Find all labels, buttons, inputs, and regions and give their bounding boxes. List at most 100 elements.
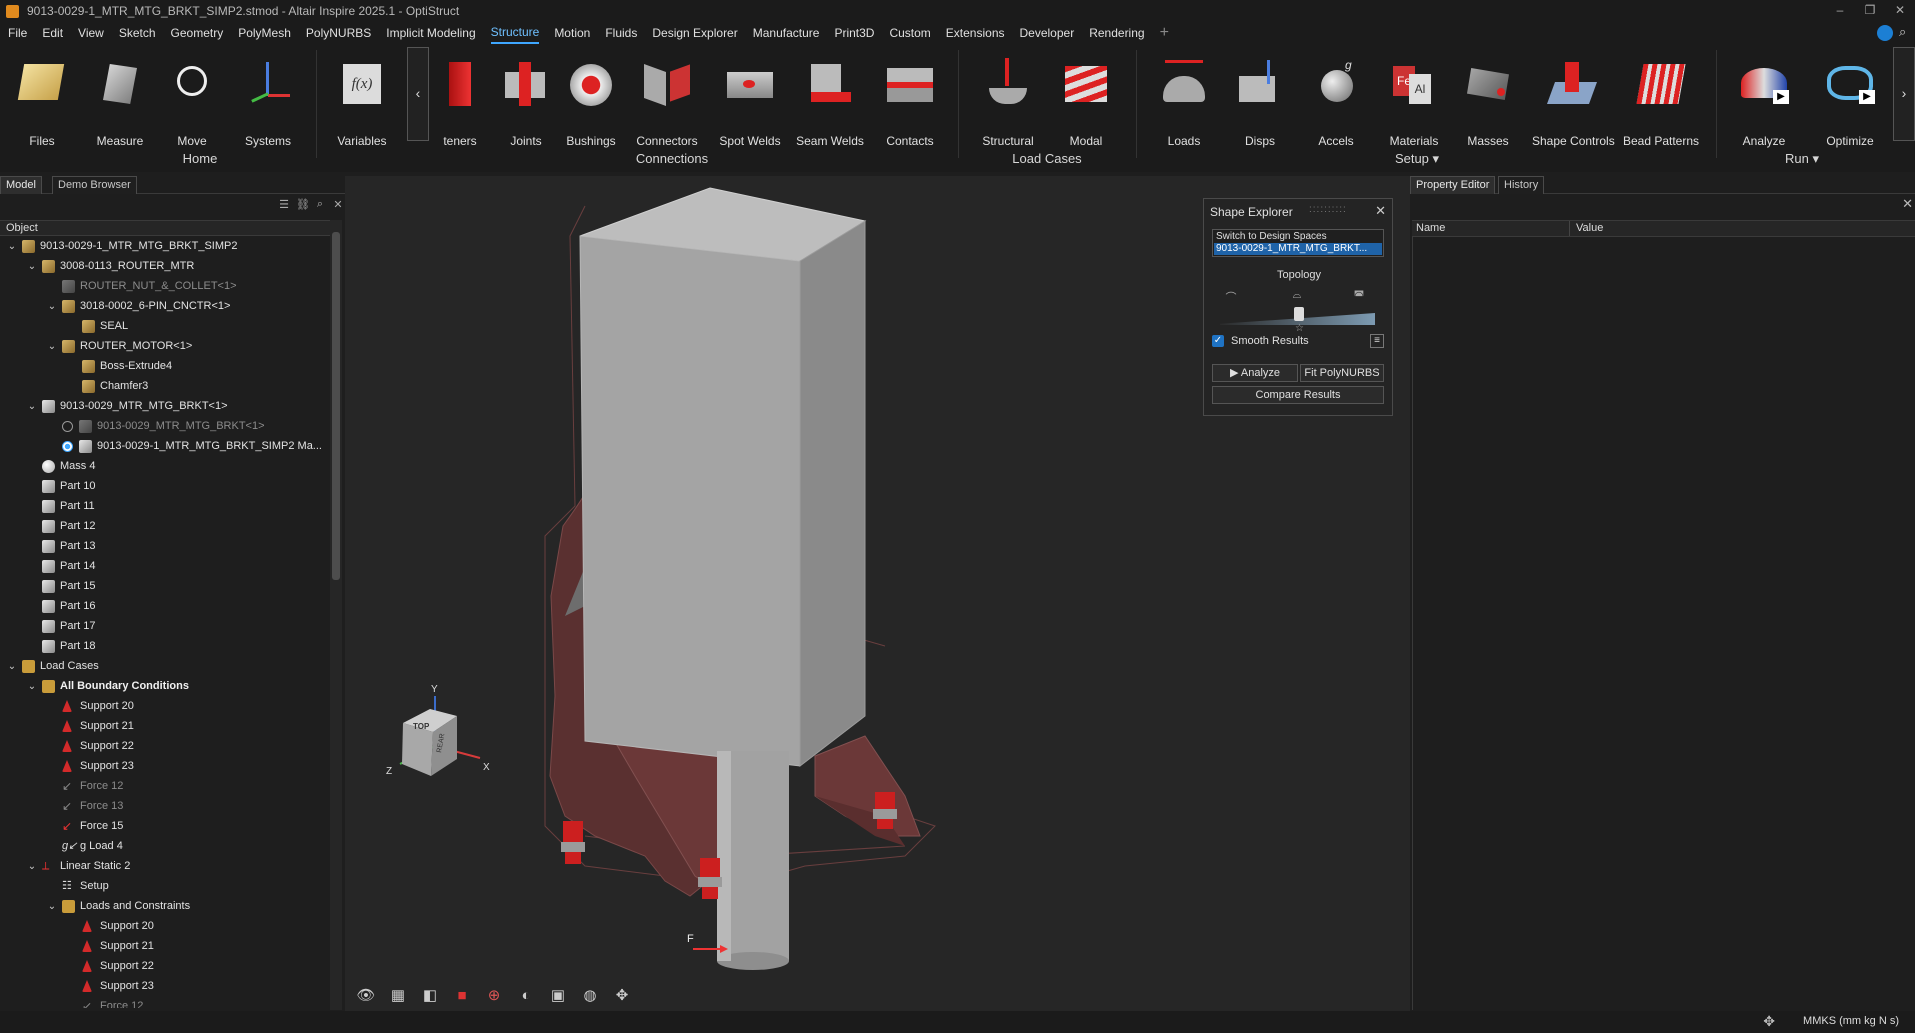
tree-item[interactable]: Part 15 <box>0 576 330 596</box>
chat-icon[interactable] <box>1877 25 1893 41</box>
menu-edit[interactable]: Edit <box>42 22 63 44</box>
menu-polymesh[interactable]: PolyMesh <box>238 22 291 44</box>
tree-item[interactable]: SEAL <box>0 316 330 336</box>
design-space-radio[interactable] <box>62 440 73 452</box>
bead-patterns-tool-button[interactable]: Bead Patterns <box>1621 54 1701 159</box>
column-divider[interactable] <box>1569 221 1570 236</box>
lighting-icon[interactable]: ◐ <box>515 985 537 1007</box>
seam-welds-tool-button[interactable]: Seam Welds <box>790 54 870 159</box>
modal-tool-button[interactable]: Modal <box>1046 54 1126 159</box>
design-space-selector[interactable]: Switch to Design Spaces 9013-0029-1_MTR_… <box>1212 229 1384 257</box>
tree-item[interactable]: Boss-Extrude4 <box>0 356 330 376</box>
optimize-tool-button[interactable]: ▶ Optimize <box>1810 54 1890 159</box>
tree-item[interactable]: Part 17 <box>0 616 330 636</box>
tree-item[interactable]: ☷ Setup <box>0 876 330 896</box>
snap-icon[interactable]: ✥ <box>1763 1013 1775 1030</box>
menu-structure[interactable]: Structure <box>490 22 540 44</box>
tree-item[interactable]: Part 11 <box>0 496 330 516</box>
menu-manufacture[interactable]: Manufacture <box>753 22 820 44</box>
ribbon-scroll-right-button[interactable]: › <box>1893 47 1915 141</box>
chevron-down-icon[interactable]: ⌄ <box>6 661 18 672</box>
tree-item[interactable]: ⌄ ROUTER_MOTOR<1> <box>0 336 330 356</box>
tab-model[interactable]: Model <box>0 176 42 194</box>
chevron-down-icon[interactable]: ⌄ <box>26 681 38 692</box>
menu-icon[interactable]: ≡ <box>1370 334 1384 348</box>
menu-file[interactable]: File <box>8 22 27 44</box>
chevron-down-icon[interactable]: ⌄ <box>26 861 38 872</box>
tree-item[interactable]: Part 18 <box>0 636 330 656</box>
tree-item[interactable]: ↙ Force 15 <box>0 816 330 836</box>
bushings-tool-button[interactable]: Bushings <box>551 54 631 159</box>
snapshot-icon[interactable]: ▦ <box>387 985 409 1007</box>
tree-item[interactable]: Mass 4 <box>0 456 330 476</box>
measure-tool-button[interactable]: Measure <box>80 54 160 159</box>
menu-rendering[interactable]: Rendering <box>1089 22 1144 44</box>
chevron-down-icon[interactable]: ⌄ <box>26 261 38 272</box>
tree-item[interactable]: Support 20 <box>0 916 330 936</box>
disps-tool-button[interactable]: Disps <box>1220 54 1300 159</box>
column-name[interactable]: Name <box>1416 222 1445 234</box>
column-value[interactable]: Value <box>1576 222 1603 234</box>
tree-item[interactable]: ⌄ Load Cases <box>0 656 330 676</box>
list-icon[interactable]: ☰ <box>278 198 290 214</box>
tree-item[interactable]: ↙ Force 12 <box>0 996 330 1008</box>
loads-tool-button[interactable]: Loads <box>1144 54 1224 159</box>
tree-item[interactable]: ⌄ Loads and Constraints <box>0 896 330 916</box>
chevron-down-icon[interactable]: ⌄ <box>46 901 58 912</box>
transparency-icon[interactable]: ◧ <box>419 985 441 1007</box>
tab-property-editor[interactable]: Property Editor <box>1410 176 1496 194</box>
menu-implicit-modeling[interactable]: Implicit Modeling <box>386 22 475 44</box>
render-icon[interactable]: ◍ <box>579 985 601 1007</box>
tree-item[interactable]: Support 23 <box>0 756 330 776</box>
minimize-button[interactable]: – <box>1825 0 1855 22</box>
close-window-button[interactable]: ✕ <box>1885 0 1915 22</box>
tree-item[interactable]: Part 12 <box>0 516 330 536</box>
tree-item[interactable]: ⌄ ⟂ Linear Static 2 <box>0 856 330 876</box>
tab-history[interactable]: History <box>1498 176 1545 194</box>
tree-item[interactable]: Part 16 <box>0 596 330 616</box>
support-20-marker[interactable] <box>561 821 585 864</box>
color-icon[interactable]: ■ <box>451 985 473 1007</box>
tree-item[interactable]: Support 21 <box>0 716 330 736</box>
menu-polynurbs[interactable]: PolyNURBS <box>306 22 371 44</box>
tree-item[interactable]: Support 21 <box>0 936 330 956</box>
tree-item[interactable]: ⌄ 9013-0029_MTR_MTG_BRKT<1> <box>0 396 330 416</box>
accels-tool-button[interactable]: g Accels <box>1296 54 1376 159</box>
smooth-results-checkbox[interactable]: ✓ <box>1212 335 1224 347</box>
chevron-down-icon[interactable]: ⌄ <box>6 241 18 252</box>
chevron-down-icon[interactable]: ⌄ <box>46 301 58 312</box>
tree-column-header[interactable]: Object <box>0 220 330 236</box>
units-display[interactable]: MMKS (mm kg N s) <box>1803 1015 1899 1027</box>
tree-item[interactable]: Support 22 <box>0 736 330 756</box>
masses-tool-button[interactable]: Masses <box>1448 54 1528 159</box>
tree-item[interactable]: ⌄ 9013-0029-1_MTR_MTG_BRKT_SIMP2 <box>0 236 330 256</box>
analyze-tool-button[interactable]: ▶ Analyze <box>1724 54 1804 159</box>
tree-item[interactable]: ⌄ 3008-0113_ROUTER_MTR <box>0 256 330 276</box>
analyze-button[interactable]: ▶ Analyze <box>1212 364 1298 382</box>
tree-item[interactable]: ↙ Force 13 <box>0 796 330 816</box>
zoom-icon[interactable]: ⊕ <box>483 985 505 1007</box>
tree-item[interactable]: 9013-0029_MTR_MTG_BRKT<1> <box>0 416 330 436</box>
compare-results-button[interactable]: Compare Results <box>1212 386 1384 404</box>
tree-scrollbar[interactable] <box>330 220 342 1010</box>
menu-design-explorer[interactable]: Design Explorer <box>652 22 737 44</box>
files-tool-button[interactable]: Files <box>2 54 82 159</box>
close-icon[interactable]: ✕ <box>1902 196 1913 212</box>
topology-slider-thumb[interactable] <box>1294 307 1304 321</box>
fit-polynurbs-button[interactable]: Fit PolyNURBS <box>1300 364 1384 382</box>
contacts-tool-button[interactable]: Contacts <box>870 54 950 159</box>
chevron-down-icon[interactable]: ⌄ <box>46 341 58 352</box>
maximize-button[interactable]: ❐ <box>1855 0 1885 22</box>
select-icon[interactable]: ✥ <box>611 985 633 1007</box>
menu-developer[interactable]: Developer <box>1020 22 1075 44</box>
tree-item[interactable]: ↙ Force 12 <box>0 776 330 796</box>
variables-tool-button[interactable]: f(x) Variables <box>322 54 402 159</box>
menu-motion[interactable]: Motion <box>554 22 590 44</box>
tree-scrollbar-thumb[interactable] <box>332 232 340 580</box>
drag-handle[interactable]: :::::::::: <box>1309 204 1347 215</box>
tree-item[interactable]: 9013-0029-1_MTR_MTG_BRKT_SIMP2 Ma... <box>0 436 330 456</box>
spot-welds-tool-button[interactable]: Spot Welds <box>710 54 790 159</box>
search-icon[interactable]: ⌕ <box>1899 25 1913 39</box>
tree-item[interactable]: Part 10 <box>0 476 330 496</box>
tree-item[interactable]: Part 14 <box>0 556 330 576</box>
